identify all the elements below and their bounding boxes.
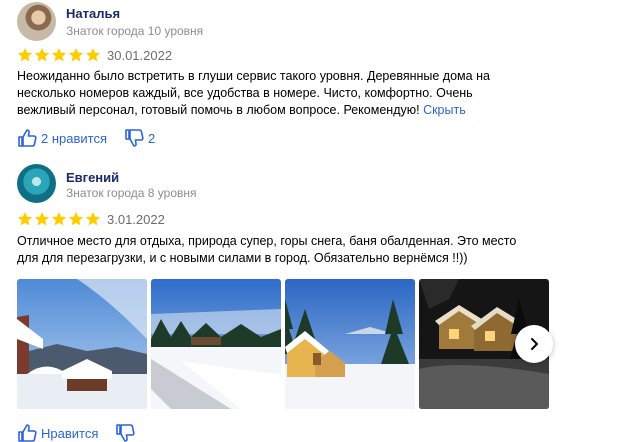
reactions: Нравится bbox=[17, 424, 152, 442]
like-label: Нравится bbox=[41, 425, 99, 441]
author-level: Знаток города 8 уровня bbox=[66, 186, 197, 200]
dislike-count: 2 bbox=[148, 130, 156, 146]
star-icon bbox=[17, 48, 33, 62]
like-count: 2 нравится bbox=[41, 130, 107, 146]
star-icon bbox=[51, 212, 67, 226]
snowy-village-photo[interactable] bbox=[17, 279, 147, 409]
thumbs-up-icon bbox=[18, 424, 37, 442]
avatar[interactable] bbox=[17, 2, 56, 41]
star-icon bbox=[34, 48, 50, 62]
star-icon bbox=[68, 48, 84, 62]
like-button[interactable]: Нравится bbox=[17, 424, 98, 442]
like-button[interactable]: 2 нравится bbox=[17, 129, 107, 147]
avatar[interactable] bbox=[17, 164, 56, 203]
review-text-body: Неожиданно было встретить в глуши сервис… bbox=[17, 69, 490, 117]
review-text: Неожиданно было встретить в глуши сервис… bbox=[17, 68, 527, 119]
star-icon bbox=[17, 212, 33, 226]
chevron-right-icon bbox=[531, 338, 538, 350]
review-card: Наталья Знаток города 10 уровня 30.01.20… bbox=[0, 0, 620, 150]
rating-stars bbox=[17, 211, 101, 227]
review-author[interactable]: Евгений bbox=[66, 170, 119, 185]
review-text: Отличное место для отдыха, природа супер… bbox=[17, 234, 517, 265]
star-icon bbox=[85, 48, 101, 62]
review-date: 30.01.2022 bbox=[107, 48, 173, 63]
thumbs-down-icon bbox=[125, 129, 144, 147]
next-photo-button[interactable] bbox=[515, 325, 553, 363]
snow-road-photo[interactable] bbox=[151, 279, 281, 409]
thumbs-down-icon bbox=[116, 424, 136, 442]
reactions: 2 нравится 2 bbox=[17, 129, 172, 147]
star-icon bbox=[34, 212, 50, 226]
review-author[interactable]: Наталья bbox=[66, 6, 120, 21]
hide-link[interactable]: Скрыть bbox=[423, 103, 466, 117]
rating-stars bbox=[17, 47, 101, 63]
star-icon bbox=[68, 212, 84, 226]
thumbs-up-icon bbox=[18, 129, 37, 147]
star-icon bbox=[51, 48, 67, 62]
review-date: 3.01.2022 bbox=[107, 212, 165, 227]
author-level: Знаток города 10 уровня bbox=[66, 24, 204, 38]
dislike-button[interactable]: 2 bbox=[124, 129, 155, 147]
snow-cabins-photo[interactable] bbox=[285, 279, 415, 409]
dislike-button[interactable] bbox=[115, 424, 136, 442]
photo-gallery bbox=[17, 279, 549, 409]
star-icon bbox=[85, 212, 101, 226]
